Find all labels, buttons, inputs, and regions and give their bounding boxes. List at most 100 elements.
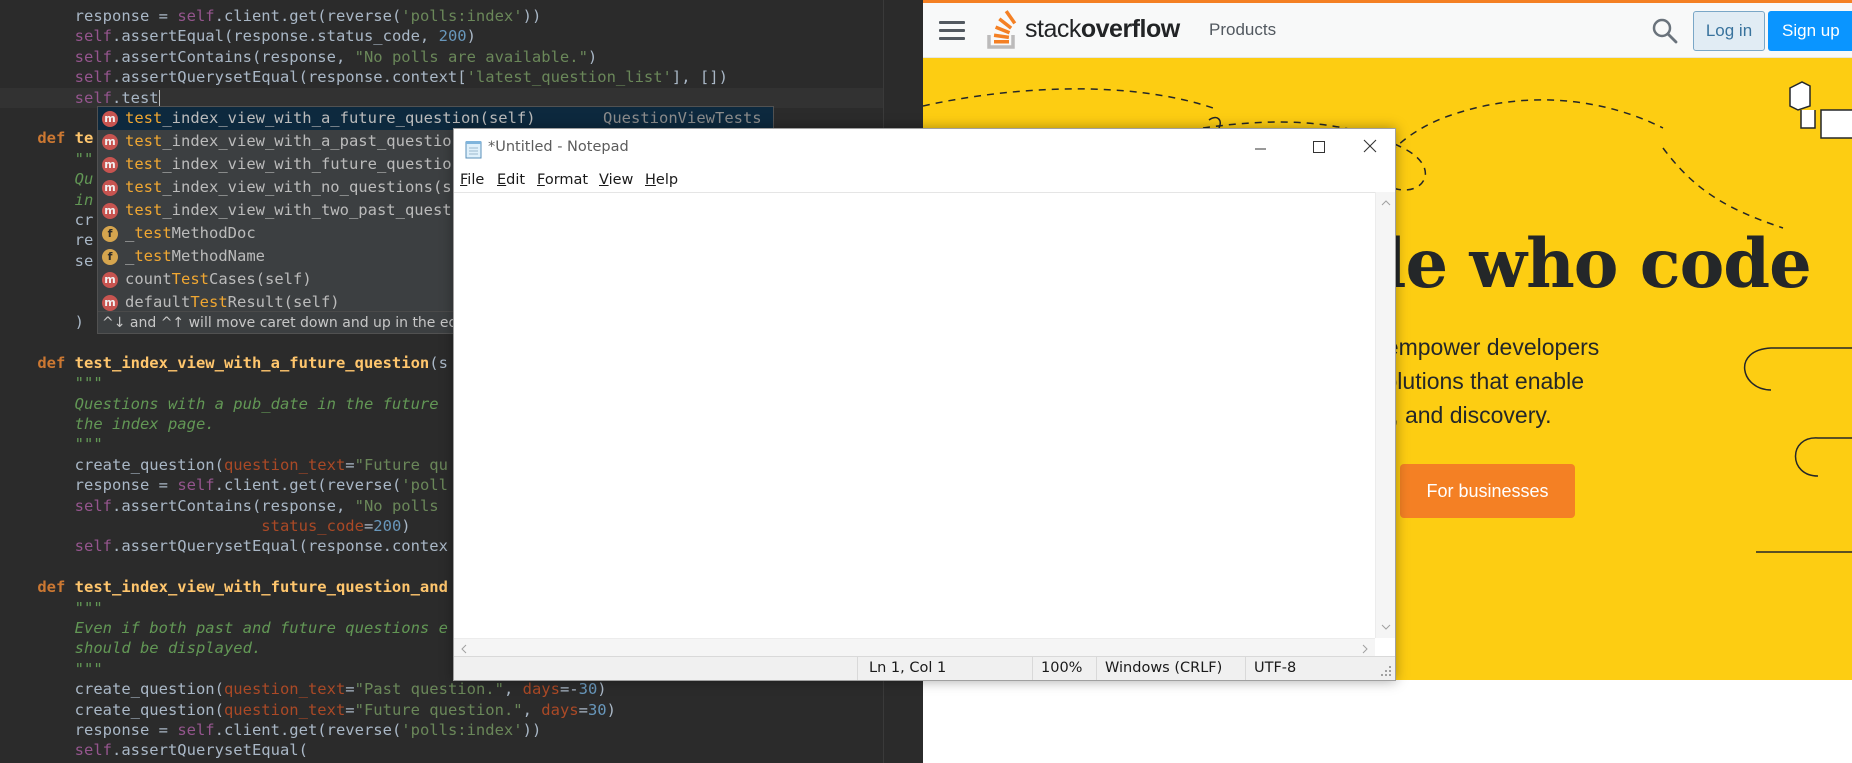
status-bar: Ln 1, Col 1 100% Windows (CRLF) UTF-8	[454, 656, 1395, 680]
for-businesses-button[interactable]: For businesses	[1400, 464, 1575, 518]
code-token: "No polls are available."	[354, 47, 588, 66]
code-line[interactable]: self.assertQuerysetEqual(response.contex…	[0, 67, 728, 87]
code-token: )	[401, 517, 411, 535]
code-token: def	[37, 129, 75, 148]
menu-format[interactable]: Format	[537, 172, 588, 188]
code-token: create_question(	[0, 700, 224, 719]
code-line[interactable]: """	[0, 373, 103, 393]
code-token: ,	[522, 700, 542, 719]
code-token: ))	[522, 7, 542, 25]
code-line[interactable]: Qu	[0, 169, 94, 189]
code-token: self	[74, 47, 112, 66]
autocomplete-label-rest: MethodDoc	[171, 224, 256, 242]
code-line[interactable]: )	[0, 312, 84, 332]
scroll-up-arrow-icon[interactable]	[1376, 194, 1396, 210]
code-line[interactable]: response = self.client.get(reverse('poll…	[0, 6, 542, 26]
products-nav-link[interactable]: Products	[1209, 20, 1276, 40]
autocomplete-item[interactable]: m test_index_view_with_a_future_question(…	[98, 107, 773, 130]
code-token: "Future qu	[354, 455, 448, 474]
notepad-app-icon[interactable]	[465, 140, 482, 159]
code-line[interactable]: """	[0, 659, 103, 679]
code-line[interactable]: the index page.	[0, 414, 215, 434]
field-kind-icon: f	[102, 226, 118, 242]
code-line[interactable]: self.assertEqual(response.status_code, 2…	[0, 26, 476, 46]
autocomplete-label-match: test	[125, 178, 163, 196]
code-line[interactable]: re	[0, 230, 94, 250]
code-token: Qu	[0, 170, 94, 189]
code-token: 200	[373, 517, 402, 535]
code-line[interactable]: create_question(question_text="Past ques…	[0, 679, 607, 699]
code-token: 'polls:index'	[401, 721, 523, 739]
code-line[interactable]: se	[0, 251, 94, 271]
code-line[interactable]: self.assertContains(response, "No polls	[0, 496, 439, 516]
autocomplete-item-label: countTestCases(self)	[125, 268, 312, 291]
autocomplete-label-match: test	[134, 247, 172, 265]
code-line[interactable]: in	[0, 190, 94, 210]
text-encoding: UTF-8	[1245, 657, 1373, 680]
maximize-icon	[1313, 141, 1325, 153]
code-line[interactable]: self.assertContains(response, "No polls …	[0, 47, 598, 67]
code-line[interactable]: ""	[0, 149, 94, 169]
horizontal-scrollbar[interactable]	[454, 638, 1375, 658]
autocomplete-label-rest: Cases(self)	[209, 270, 312, 288]
code-line[interactable]: def test_index_view_with_a_future_questi…	[0, 353, 448, 373]
code-line[interactable]: self.assertQuerysetEqual(	[0, 740, 308, 760]
autocomplete-label-match: test	[125, 132, 163, 150]
log-in-button[interactable]: Log in	[1693, 11, 1765, 51]
code-line[interactable]: def test_index_view_with_future_question…	[0, 577, 448, 597]
close-button[interactable]	[1347, 129, 1405, 169]
maximize-button[interactable]	[1289, 129, 1347, 169]
code-line[interactable]: """	[0, 434, 103, 454]
sign-up-button[interactable]: Sign up	[1768, 11, 1852, 51]
code-token: days	[541, 700, 579, 719]
current-code-line[interactable]: self.test	[0, 87, 883, 108]
minimize-icon	[1255, 148, 1266, 150]
window-title: *Untitled - Notepad	[488, 139, 629, 155]
menu-help[interactable]: Help	[645, 172, 678, 188]
code-token: self	[177, 721, 215, 739]
code-line[interactable]: create_question(question_text="Future qu	[0, 455, 448, 475]
autocomplete-label-match: test	[125, 155, 163, 173]
autocomplete-item-type: QuestionViewTests	[603, 109, 762, 127]
code-line[interactable]: def te	[0, 128, 93, 148]
code-token: question_text	[223, 700, 346, 719]
menu-edit[interactable]: Edit	[497, 172, 525, 188]
site-logo-text[interactable]: stackoverflow	[1025, 15, 1180, 44]
code-line[interactable]: Questions with a pub_date in the future	[0, 394, 439, 414]
code-token: cr	[0, 211, 94, 229]
menu-file[interactable]: File	[460, 172, 484, 188]
stackoverflow-logo-icon[interactable]	[985, 9, 1021, 51]
code-line[interactable]: cr	[0, 210, 94, 230]
search-icon[interactable]	[1651, 17, 1679, 45]
notepad-window[interactable]: *Untitled - Notepad File Edit Format Vie…	[453, 128, 1396, 681]
code-line[interactable]: Even if both past and future questions e	[0, 618, 448, 638]
code-token: )	[466, 27, 476, 46]
hamburger-menu-icon[interactable]	[939, 21, 965, 41]
code-line[interactable]: should be displayed.	[0, 638, 262, 658]
code-line[interactable]: response = self.client.get(reverse('poll…	[0, 720, 542, 740]
code-token: response =	[0, 476, 178, 495]
scroll-down-arrow-icon[interactable]	[1376, 620, 1396, 636]
vertical-scrollbar[interactable]	[1375, 192, 1395, 638]
method-kind-icon: m	[102, 272, 118, 288]
code-line[interactable]: response = self.client.get(reverse('poll	[0, 475, 448, 495]
minimize-button[interactable]	[1231, 129, 1289, 169]
code-token: the index page.	[0, 415, 215, 433]
resize-grip-icon[interactable]	[1379, 664, 1393, 678]
autocomplete-label-rest: _index_view_with_a_future_question(self)	[162, 109, 536, 127]
code-line[interactable]: status_code=200)	[0, 516, 411, 536]
menu-view[interactable]: View	[599, 172, 633, 188]
autocomplete-item-label: test_index_view_with_future_questio	[125, 153, 452, 176]
code-line[interactable]: create_question(question_text="Future qu…	[0, 700, 616, 720]
code-token: 'poll	[401, 476, 448, 495]
code-token: self	[177, 7, 215, 25]
menu-format-label: ormat	[544, 172, 589, 188]
notepad-titlebar[interactable]: *Untitled - Notepad	[454, 129, 1395, 169]
text-editing-area[interactable]	[454, 192, 1375, 638]
code-token: "Past question."	[354, 680, 504, 699]
code-token: "No polls	[354, 496, 439, 515]
code-line[interactable]: self.assertQuerysetEqual(response.contex	[0, 536, 448, 556]
code-line[interactable]: """	[0, 598, 103, 618]
